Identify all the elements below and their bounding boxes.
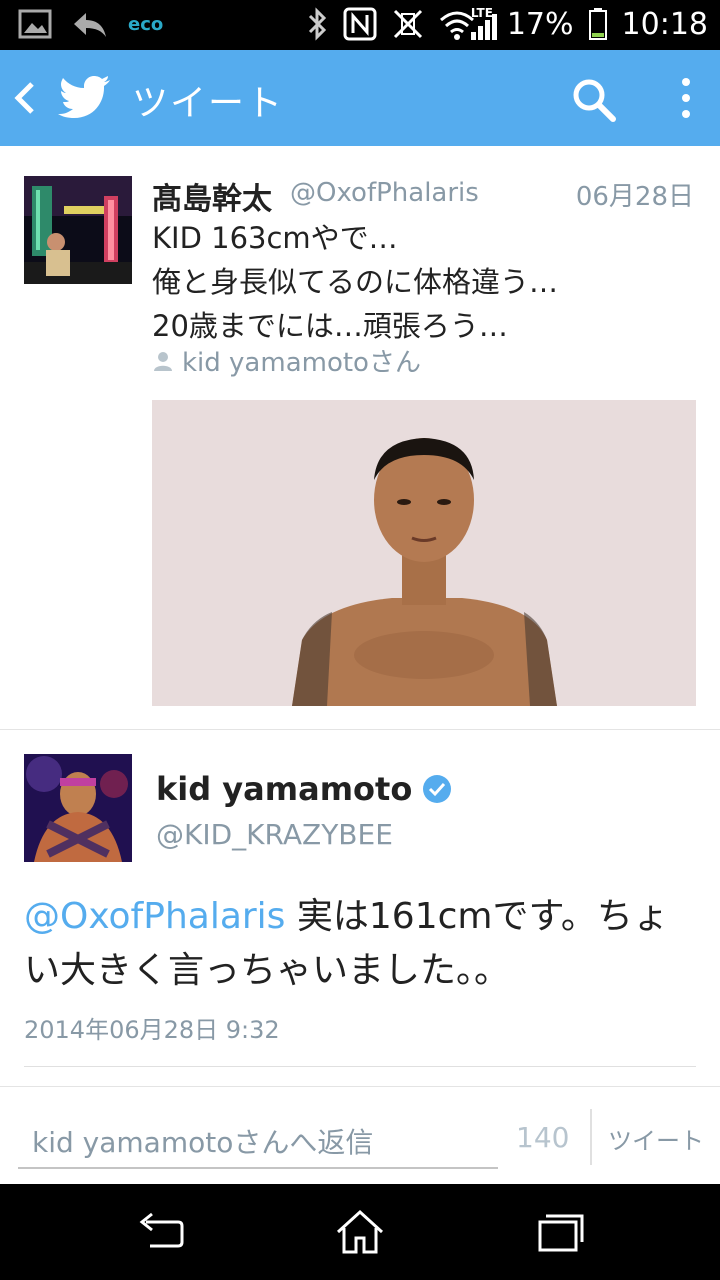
tweet-line: KID 163cmやで…: [152, 221, 398, 255]
tweet-date: 06月28日: [575, 182, 694, 212]
reply-icon: [74, 13, 106, 37]
author-name-row: kid yamamoto: [156, 770, 452, 808]
battery-percent: 17%: [506, 6, 574, 42]
signal-icon: [470, 14, 497, 40]
person-icon: [154, 351, 172, 371]
author-handle[interactable]: @KID_KRAZYBEE: [156, 818, 393, 851]
reply-to-meta: kid yamamotoさん: [152, 342, 421, 379]
reply-to-label: kid yamamotoさん: [182, 348, 421, 378]
author-name[interactable]: kid yamamoto: [156, 770, 412, 808]
eco-icon: eco: [128, 14, 163, 35]
char-counter: 140: [516, 1121, 570, 1154]
avatar[interactable]: [24, 754, 132, 862]
svg-text:eco: eco: [128, 14, 163, 35]
tweet-button[interactable]: ツイート: [608, 1121, 704, 1156]
nfc-icon: [343, 7, 377, 41]
tweet-text: @OxofPhalaris 実は161cmです。ちょい大きく言っちゃいました。。: [24, 890, 700, 998]
back-chevron-icon[interactable]: [10, 78, 40, 118]
recent-apps-icon[interactable]: [532, 1204, 588, 1260]
bluetooth-icon: [308, 7, 326, 41]
home-icon[interactable]: [332, 1204, 388, 1260]
tweet-item[interactable]: 髙島幹太 @OxofPhalaris 06月28日 KID 163cmやで… 俺…: [0, 146, 720, 730]
divider: [24, 1066, 696, 1067]
back-icon[interactable]: [132, 1204, 188, 1260]
page-title: ツイート: [132, 83, 285, 124]
tweet-timestamp: 2014年06月28日 9:32: [24, 1016, 280, 1044]
vibrate-off-icon: [393, 9, 422, 39]
battery-icon: [588, 8, 607, 40]
gallery-icon: [18, 9, 52, 39]
reply-input[interactable]: [18, 1117, 498, 1169]
author-handle[interactable]: @OxofPhalaris: [290, 178, 479, 208]
reply-bar: 140 ツイート: [0, 1086, 720, 1184]
tweet-photo[interactable]: [152, 400, 696, 706]
tweet-text: KID 163cmやで… 俺と身長似てるのに体格違う… 20歳までには…頑張ろう…: [152, 216, 692, 348]
clock: 10:18: [621, 6, 708, 42]
divider: [590, 1109, 592, 1165]
search-icon[interactable]: [570, 76, 618, 124]
tweet-line: 俺と身長似てるのに体格違う…: [152, 265, 559, 299]
avatar[interactable]: [24, 176, 132, 284]
overflow-menu-icon[interactable]: [672, 74, 700, 122]
mention-link[interactable]: @OxofPhalaris: [24, 896, 285, 937]
author-name[interactable]: 髙島幹太: [152, 174, 272, 218]
navigation-bar: [0, 1184, 720, 1280]
tweet-detail: kid yamamoto @KID_KRAZYBEE @OxofPhalaris…: [0, 730, 720, 1086]
status-bar: eco LTE 17% 10:18: [0, 0, 720, 50]
verified-badge-icon: [423, 775, 452, 803]
app-bar: ツイート: [0, 50, 720, 146]
twitter-bird-icon: [58, 76, 110, 118]
